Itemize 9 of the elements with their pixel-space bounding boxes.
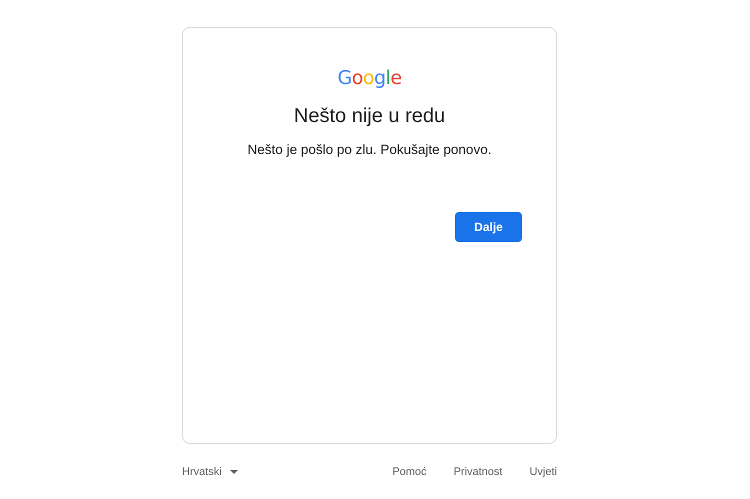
language-selector[interactable]: Hrvatski xyxy=(182,464,238,480)
google-logo: Google xyxy=(337,66,402,90)
error-message: Nešto je pošlo po zlu. Pokušajte ponovo. xyxy=(248,141,492,159)
heading: Nešto nije u redu xyxy=(294,104,446,129)
dropdown-caret-icon xyxy=(230,470,238,474)
footer-link[interactable]: Uvjeti xyxy=(529,464,557,480)
footer-link[interactable]: Pomoć xyxy=(392,464,427,480)
next-button[interactable]: Dalje xyxy=(455,212,522,242)
footer-link[interactable]: Privatnost xyxy=(454,464,502,480)
